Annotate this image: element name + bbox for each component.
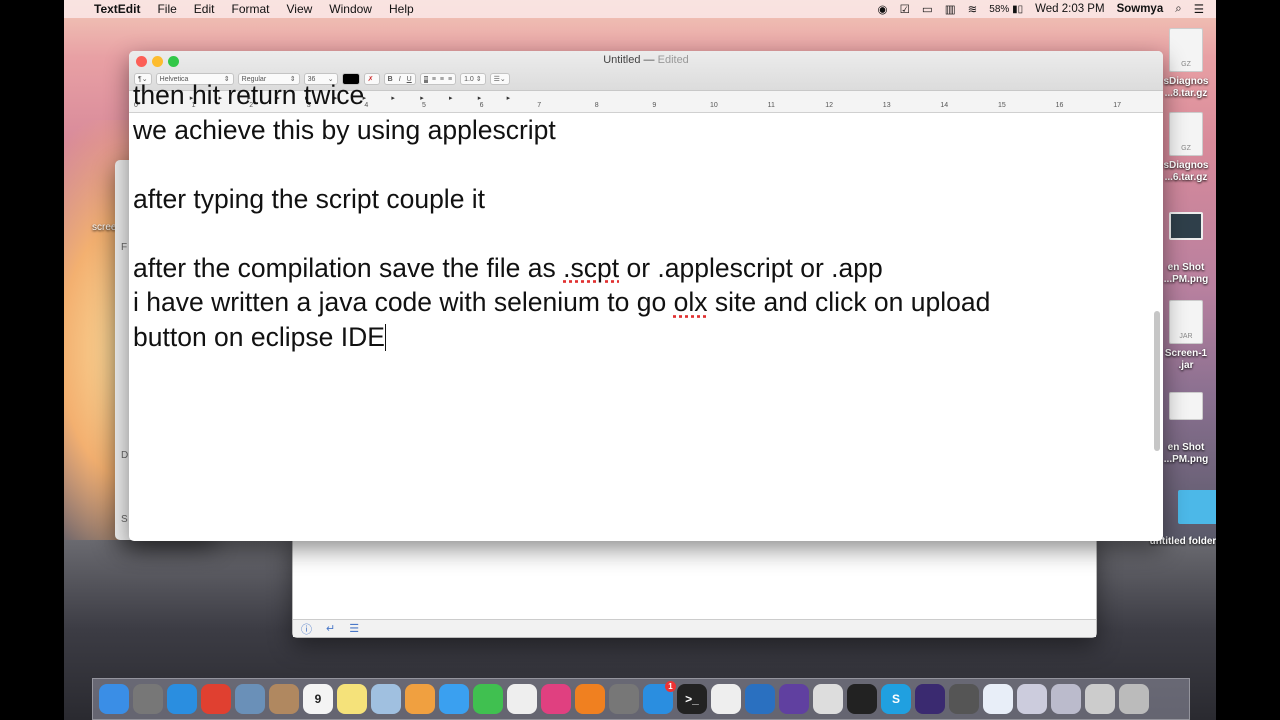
clock[interactable]: Wed 2:03 PM	[1035, 3, 1104, 15]
dock-app-store-icon[interactable]: 1	[643, 681, 676, 714]
text-run: button on eclipse IDE	[133, 321, 385, 352]
record-icon[interactable]: ◉	[878, 2, 888, 16]
back-label: F	[121, 242, 128, 253]
dock-preview-icon[interactable]	[235, 684, 265, 714]
text-caret	[384, 323, 386, 351]
folder-icon	[1178, 490, 1216, 524]
text-line: we achieve this by using applescript	[133, 114, 556, 145]
misspelled-word: .scpt	[563, 252, 620, 283]
ruler-number: 16	[1055, 102, 1064, 109]
dock-desktop-stack-icon[interactable]	[1085, 684, 1115, 714]
info-icon[interactable]: ⓘ	[301, 621, 312, 637]
dock-ibooks-icon[interactable]	[575, 684, 605, 714]
dock: 9 1 >_ S	[92, 678, 1190, 720]
dock-launchpad-icon[interactable]	[133, 684, 163, 714]
window-title: Untitled — Edited	[603, 54, 689, 66]
dock-photo-viewer-icon[interactable]	[371, 684, 401, 714]
document-title: Untitled	[603, 54, 641, 66]
menu-edit[interactable]: Edit	[194, 2, 215, 16]
text-run: or .applescript or .app	[619, 252, 883, 283]
dock-facetime-icon[interactable]	[473, 684, 503, 714]
text-line: ​	[133, 147, 990, 182]
return-icon[interactable]: ↵	[326, 622, 335, 635]
text-line: after the compilation save the file as .…	[133, 251, 990, 286]
wifi-icon[interactable]: ≋	[968, 2, 978, 16]
dock-script-editor-icon[interactable]	[813, 684, 843, 714]
dock-textedit-icon[interactable]	[711, 684, 741, 714]
dock-terminal-icon[interactable]: >_	[677, 684, 707, 714]
spotlight-icon[interactable]: ⌕	[1175, 3, 1181, 16]
textedit-window[interactable]: Untitled — Edited ¶ ⌄ Helvetica ⇕ Regular ⇕…	[129, 51, 1163, 541]
screenshot-file-icon	[1169, 392, 1203, 420]
gz-file-icon: GZ	[1169, 28, 1203, 72]
lower-window[interactable]: ⓘ ↵ ☰	[292, 530, 1097, 638]
dock-trash-icon[interactable]	[1119, 684, 1149, 714]
dock-finder-icon[interactable]	[99, 684, 129, 714]
dock-documents-icon[interactable]	[983, 684, 1013, 714]
menu-window[interactable]: Window	[329, 2, 372, 16]
dock-system-preferences-icon[interactable]	[609, 684, 639, 714]
desktop: TextEdit File Edit Format View Window He…	[64, 0, 1216, 720]
dock-siri-like-icon[interactable]	[779, 684, 809, 714]
menu-help[interactable]: Help	[389, 2, 414, 16]
menu-view[interactable]: View	[287, 2, 313, 16]
text-line: then hit return twice	[133, 80, 365, 110]
dock-photos-icon[interactable]	[405, 684, 435, 714]
dock-reminders-icon[interactable]	[507, 684, 537, 714]
misspelled-word: olx	[673, 287, 708, 317]
menu-file[interactable]: File	[157, 2, 176, 16]
text-line: ​	[133, 216, 990, 251]
text-run: i have written a java code with selenium…	[133, 287, 674, 317]
dock-calendar-icon[interactable]: 9	[303, 684, 333, 714]
back-label: S	[121, 514, 128, 525]
menu-format[interactable]: Format	[231, 2, 269, 16]
dock-itunes-icon[interactable]	[541, 684, 571, 714]
notification-center-icon[interactable]: ☰	[1194, 2, 1204, 16]
dock-downloads-stack-icon[interactable]	[1017, 684, 1047, 714]
user-name[interactable]: Sowmya	[1117, 3, 1164, 15]
dock-chrome-icon[interactable]	[201, 684, 231, 714]
text-line: after typing the script couple it	[133, 183, 486, 214]
ruler-number: 15	[998, 102, 1006, 109]
jar-file-icon: JAR	[1169, 300, 1203, 344]
dock-screenshot-stack-icon[interactable]	[1051, 684, 1081, 714]
menu-app-textedit[interactable]: TextEdit	[94, 2, 140, 16]
document-text-area[interactable]: then hit return twice we achieve this by …	[133, 80, 990, 355]
list-icon[interactable]: ☰	[349, 622, 359, 635]
ruler-number: 17	[1113, 102, 1121, 109]
lower-window-bottom-bar: ⓘ ↵ ☰	[293, 619, 1096, 637]
menu-bar: TextEdit File Edit Format View Window He…	[64, 0, 1216, 18]
edited-status: Edited	[657, 54, 689, 66]
text-run: after the compilation save the file as	[133, 252, 564, 283]
text-run: site and click on upload	[707, 287, 991, 317]
checkbox-icon[interactable]: ☑	[900, 2, 910, 16]
dock-quicktime-icon[interactable]	[949, 684, 979, 714]
battery-icon[interactable]: ▮▯	[1012, 4, 1023, 15]
back-label: D	[121, 450, 129, 461]
dock-eclipse-icon[interactable]	[915, 684, 945, 714]
dock-openoffice-icon[interactable]	[745, 684, 775, 714]
text-line: i have written a java code with selenium…	[133, 285, 990, 320]
battery-percent[interactable]: 58%	[989, 4, 1009, 15]
dock-notes-icon[interactable]	[337, 684, 367, 714]
badge: 1	[665, 681, 676, 692]
dock-skype-icon[interactable]: S	[881, 684, 911, 714]
screenshot-file-icon	[1169, 212, 1203, 240]
airplay-icon[interactable]: ▭	[922, 2, 933, 16]
battery-app-icon[interactable]: ▥	[945, 2, 956, 16]
text-line: button on eclipse IDE	[133, 320, 990, 355]
gz-file-icon: GZ	[1169, 112, 1203, 156]
dock-contacts-icon[interactable]	[269, 684, 299, 714]
dock-safari-icon[interactable]	[167, 684, 197, 714]
dock-messages-icon[interactable]	[439, 684, 469, 714]
vertical-scrollbar[interactable]	[1154, 311, 1160, 451]
dock-activity-monitor-icon[interactable]	[847, 684, 877, 714]
